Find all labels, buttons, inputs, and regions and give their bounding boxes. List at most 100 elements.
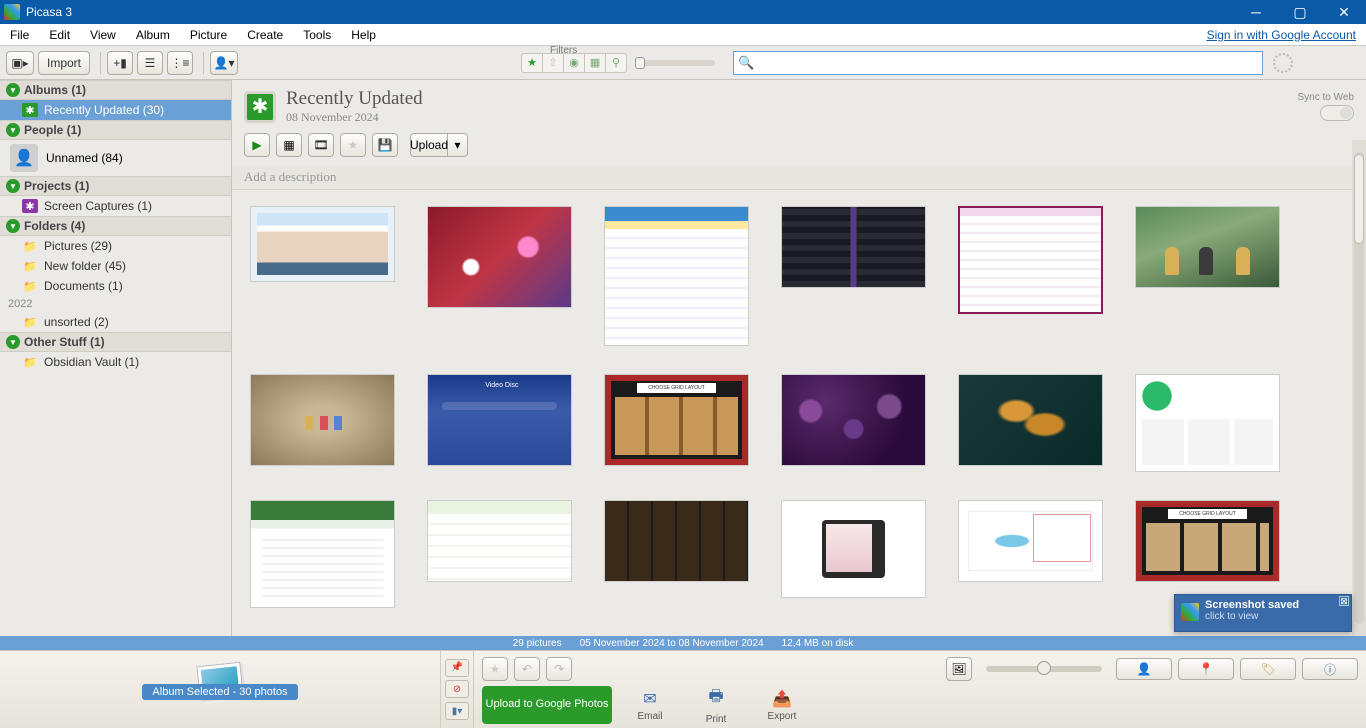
sidebar-item-unsorted[interactable]: 📁unsorted (2) (0, 312, 231, 332)
signin-link[interactable]: Sign in with Google Account (1207, 28, 1366, 42)
menu-album[interactable]: Album (126, 24, 180, 46)
tree-view-button[interactable]: ⋮≡ (167, 51, 193, 75)
thumbnail[interactable] (781, 206, 926, 288)
sidebar-item-documents[interactable]: 📁Documents (1) (0, 276, 231, 296)
thumbnail[interactable]: Video Disc (427, 374, 572, 466)
info-button[interactable]: ⓘ (1302, 658, 1358, 680)
people-button[interactable]: 👤▾ (210, 51, 238, 75)
thumbnail[interactable] (250, 500, 395, 608)
description-input[interactable]: Add a description (232, 165, 1362, 190)
thumbnail-grid: Video Disc CHOOSE GRID LAYOUT CHOOSE GRI… (232, 190, 1366, 636)
face-tag-button[interactable]: 🖼 (946, 657, 972, 681)
export-icon: 📤 (754, 689, 810, 709)
create-movie-button[interactable]: 🎞 (308, 133, 334, 157)
content-area: ✱ Recently Updated 08 November 2024 Sync… (232, 80, 1366, 636)
titlebar: Picasa 3 ─ ▢ ✕ (0, 0, 1366, 24)
sidebar-item-pictures[interactable]: 📁Pictures (29) (0, 236, 231, 256)
maximize-button[interactable]: ▢ (1278, 0, 1322, 24)
toast-subtitle: click to view (1205, 611, 1345, 622)
sidebar-header-people[interactable]: ▼People (1) (0, 120, 231, 140)
sidebar-header-other[interactable]: ▼Other Stuff (1) (0, 332, 231, 352)
thumbnail[interactable] (958, 500, 1103, 582)
thumbnail[interactable] (604, 206, 749, 346)
back-to-library-button[interactable]: ▣▸ (6, 51, 34, 75)
sidebar-item-unnamed[interactable]: 👤 Unnamed (84) (0, 140, 231, 176)
thumbnail[interactable] (781, 500, 926, 598)
status-size: 12,4 MB on disk (782, 638, 854, 649)
star-selected-button[interactable]: ★ (482, 657, 508, 681)
thumbnail[interactable] (781, 374, 926, 466)
thumbnail-size-slider[interactable] (986, 666, 1102, 672)
date-slider[interactable] (635, 60, 715, 66)
minimize-button[interactable]: ─ (1234, 0, 1278, 24)
sidebar-item-recently-updated[interactable]: ✱Recently Updated (30) (0, 100, 231, 120)
export-button[interactable]: 📤Export (754, 689, 810, 722)
list-view-button[interactable]: ☰ (137, 51, 163, 75)
filter-movies[interactable]: ▦ (584, 53, 606, 73)
menu-help[interactable]: Help (341, 24, 386, 46)
filter-starred[interactable]: ★ (521, 53, 543, 73)
sidebar-header-folders[interactable]: ▼Folders (4) (0, 216, 231, 236)
menu-view[interactable]: View (80, 24, 126, 46)
new-album-button[interactable]: +▮ (107, 51, 133, 75)
statusbar: 29 pictures 05 November 2024 to 08 Novem… (0, 636, 1366, 650)
thumbnail[interactable]: CHOOSE GRID LAYOUT (604, 374, 749, 466)
thumbnail[interactable] (604, 500, 749, 582)
activity-throbber (1273, 53, 1293, 73)
search-input[interactable]: 🔍 (733, 51, 1263, 75)
menu-edit[interactable]: Edit (39, 24, 80, 46)
email-button[interactable]: ✉Email (622, 689, 678, 722)
screenshot-toast[interactable]: ⊠ Screenshot saved click to view (1174, 594, 1352, 632)
tag-tags-button[interactable]: 🏷 (1240, 658, 1296, 680)
sidebar-header-albums[interactable]: ▼Albums (1) (0, 80, 231, 100)
create-collage-button[interactable]: ▦ (276, 133, 302, 157)
thumbnail[interactable] (427, 206, 572, 308)
thumbnail[interactable] (958, 374, 1103, 466)
upload-button[interactable]: Upload (410, 133, 448, 157)
tag-people-button[interactable]: 👤 (1116, 658, 1172, 680)
rotate-ccw-button[interactable]: ↶ (514, 657, 540, 681)
add-to-album-button[interactable]: ▮▾ (445, 702, 469, 720)
thumbnail[interactable] (1135, 374, 1280, 472)
sidebar-item-new-folder[interactable]: 📁New folder (45) (0, 256, 231, 276)
thumbnail[interactable]: CHOOSE GRID LAYOUT (1135, 500, 1280, 582)
close-button[interactable]: ✕ (1322, 0, 1366, 24)
sidebar-header-projects[interactable]: ▼Projects (1) (0, 176, 231, 196)
email-icon: ✉ (622, 689, 678, 709)
avatar-icon: 👤 (10, 144, 38, 172)
photo-tray[interactable]: Album Selected - 30 photos (0, 651, 440, 728)
play-slideshow-button[interactable]: ▶ (244, 133, 270, 157)
filter-geo[interactable]: ⚲ (605, 53, 627, 73)
toolbar: ▣▸ Import +▮ ☰ ⋮≡ 👤▾ Filters ★ ⇧ ◉ ▦ ⚲ 🔍 (0, 46, 1366, 80)
print-button[interactable]: 🖶Print (688, 685, 744, 725)
rotate-cw-button[interactable]: ↷ (546, 657, 572, 681)
upload-google-photos-button[interactable]: Upload to Google Photos (482, 686, 612, 724)
thumbnail[interactable] (427, 500, 572, 582)
menu-create[interactable]: Create (237, 24, 293, 46)
menu-tools[interactable]: Tools (293, 24, 341, 46)
toast-title: Screenshot saved (1205, 599, 1345, 611)
thumbnail[interactable] (250, 374, 395, 466)
thumbnail[interactable] (250, 206, 395, 282)
sync-to-web-label: Sync to Web (1297, 92, 1354, 103)
album-badge-icon: ✱ (244, 91, 276, 123)
upload-dropdown[interactable]: ▾ (448, 133, 468, 157)
sidebar-item-obsidian[interactable]: 📁Obsidian Vault (1) (0, 352, 231, 372)
menu-file[interactable]: File (0, 24, 39, 46)
star-button[interactable]: ★ (340, 133, 366, 157)
tag-places-button[interactable]: 📍 (1178, 658, 1234, 680)
thumbnail[interactable] (958, 206, 1103, 314)
toast-close-button[interactable]: ⊠ (1339, 596, 1349, 606)
thumbnail[interactable] (1135, 206, 1280, 288)
tray-selection-chip: Album Selected - 30 photos (142, 684, 297, 700)
hold-button[interactable]: 📌 (445, 659, 469, 677)
menu-picture[interactable]: Picture (180, 24, 237, 46)
status-count: 29 pictures (513, 638, 562, 649)
import-button[interactable]: Import (38, 51, 90, 75)
sidebar-item-screen-captures[interactable]: ✱Screen Captures (1) (0, 196, 231, 216)
content-scrollbar[interactable] (1352, 140, 1366, 636)
sync-to-web-toggle[interactable] (1320, 105, 1354, 121)
save-button[interactable]: 💾 (372, 133, 398, 157)
clear-tray-button[interactable]: ⊘ (445, 680, 469, 698)
album-title: Recently Updated (286, 88, 423, 110)
